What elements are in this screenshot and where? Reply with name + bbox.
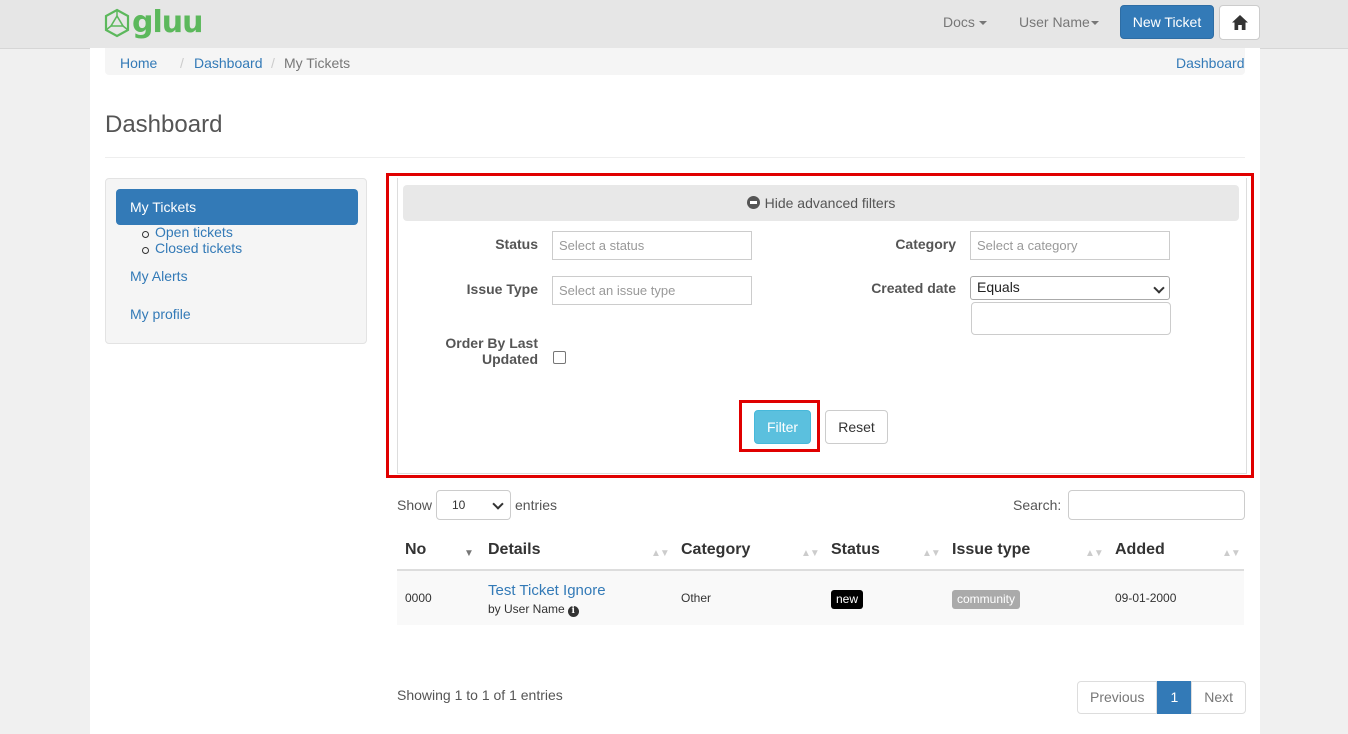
- show-label: Show: [397, 497, 433, 513]
- info-icon[interactable]: i: [567, 606, 579, 617]
- navbar: gluu Docs User Name New Ticket: [0, 0, 1348, 49]
- search-label: Search:: [1013, 497, 1062, 513]
- ticket-author-text: by User Name: [488, 602, 565, 616]
- filters-highlight-box: [386, 173, 1254, 478]
- breadcrumb-home[interactable]: Home: [120, 55, 157, 71]
- logo-text: gluu: [132, 5, 203, 40]
- home-button[interactable]: [1219, 5, 1260, 40]
- breadcrumb-dashboard[interactable]: Dashboard: [194, 55, 263, 71]
- column-header-status[interactable]: Status: [831, 541, 880, 559]
- ticket-category: Other: [681, 591, 712, 605]
- sidebar-item-open-tickets[interactable]: Open tickets: [155, 224, 233, 240]
- divider: [105, 157, 1245, 158]
- ticket-number: 0000: [405, 591, 432, 605]
- breadcrumb-separator: /: [180, 55, 184, 71]
- column-header-category[interactable]: Category: [681, 541, 750, 559]
- caret-down-icon: [978, 21, 987, 26]
- sort-desc-icon[interactable]: ▼: [464, 548, 474, 559]
- ticket-added-date: 09-01-2000: [1115, 591, 1177, 605]
- sort-icon[interactable]: ▲▼: [801, 548, 820, 559]
- pagination: Previous 1 Next: [1077, 681, 1247, 714]
- column-header-added[interactable]: Added: [1115, 541, 1165, 559]
- status-badge: new: [831, 590, 864, 609]
- sidebar-item-closed-tickets[interactable]: Closed tickets: [155, 240, 242, 256]
- ticket-title-link[interactable]: Test Ticket Ignore: [488, 582, 606, 599]
- chevron-down-icon: [492, 498, 504, 510]
- user-label: User Name: [1019, 14, 1090, 30]
- sort-icon[interactable]: ▲▼: [1085, 548, 1104, 559]
- sidebar-item-my-tickets[interactable]: My Tickets: [116, 189, 358, 225]
- pagination-page-1[interactable]: 1: [1157, 681, 1192, 714]
- new-ticket-button[interactable]: New Ticket: [1120, 5, 1214, 39]
- sort-icon[interactable]: ▲▼: [1222, 548, 1241, 559]
- caret-down-icon: [1090, 21, 1099, 26]
- gluu-logo-icon: [104, 8, 130, 38]
- sidebar: My Tickets Open tickets Closed tickets M…: [105, 178, 367, 344]
- bullet-icon: [142, 231, 149, 238]
- sidebar-item-my-profile[interactable]: My profile: [130, 306, 191, 322]
- sidebar-item-my-alerts[interactable]: My Alerts: [130, 268, 188, 284]
- table-info: Showing 1 to 1 of 1 entries: [397, 687, 563, 703]
- bullet-icon: [142, 247, 149, 254]
- table-search-input[interactable]: [1068, 490, 1245, 520]
- user-dropdown[interactable]: User Name: [1019, 0, 1099, 44]
- column-header-details[interactable]: Details: [488, 541, 540, 559]
- docs-dropdown[interactable]: Docs: [943, 0, 987, 44]
- pagination-previous[interactable]: Previous: [1077, 681, 1158, 714]
- pagination-next[interactable]: Next: [1191, 681, 1247, 714]
- entries-length-value: 10: [452, 498, 466, 512]
- ticket-author: by User Name i: [488, 602, 579, 617]
- column-header-no[interactable]: No: [405, 541, 426, 559]
- breadcrumb-current: My Tickets: [284, 55, 351, 71]
- gluu-logo[interactable]: gluu: [104, 5, 203, 40]
- column-header-issue-type[interactable]: Issue type: [952, 541, 1030, 559]
- breadcrumb-dashboard-right[interactable]: Dashboard: [1176, 55, 1245, 71]
- issue-type-badge: community: [952, 590, 1021, 609]
- docs-label: Docs: [943, 14, 975, 30]
- breadcrumb: Home / Dashboard / My Tickets Dashboard: [105, 48, 1245, 75]
- page-title: Dashboard: [105, 111, 223, 138]
- entries-label: entries: [515, 497, 558, 513]
- breadcrumb-separator: /: [271, 55, 275, 71]
- sort-icon[interactable]: ▲▼: [922, 548, 941, 559]
- main-container: Home / Dashboard / My Tickets Dashboard …: [90, 48, 1260, 734]
- home-icon: [1231, 15, 1248, 30]
- entries-length-select[interactable]: 10: [436, 490, 511, 520]
- sort-icon[interactable]: ▲▼: [651, 548, 670, 559]
